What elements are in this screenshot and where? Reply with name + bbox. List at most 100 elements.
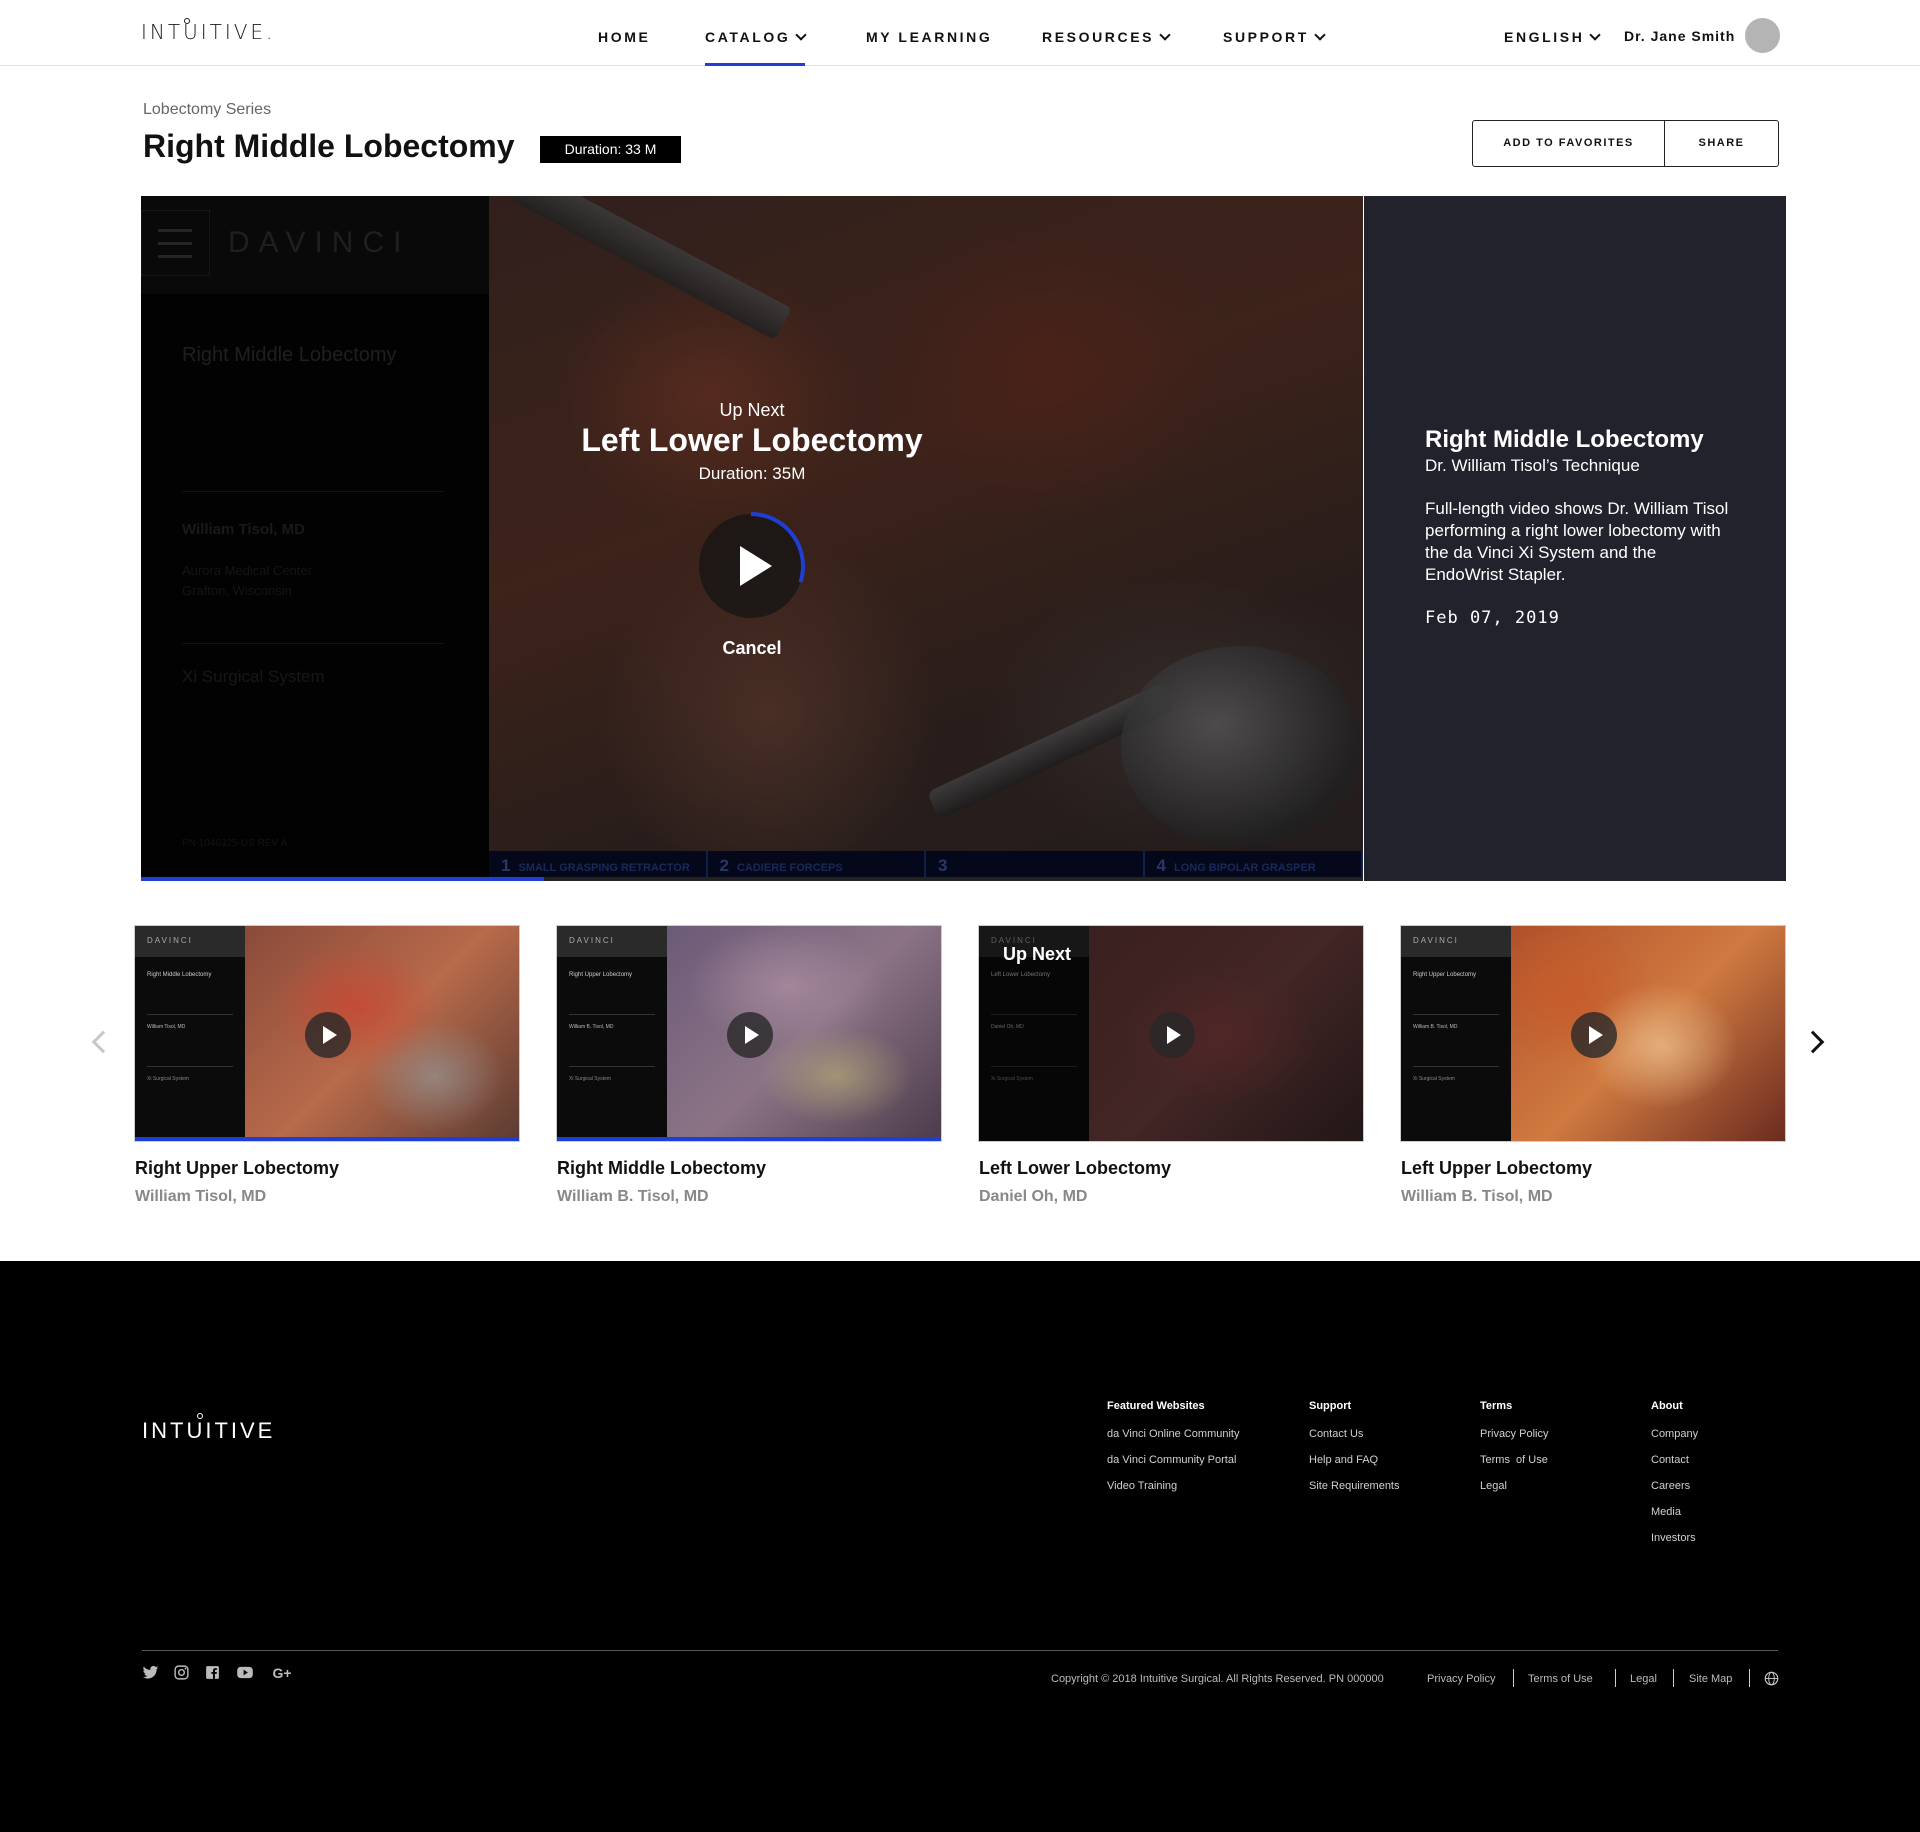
footer-column-featured: Featured Websites da Vinci Online Commun…: [1107, 1400, 1239, 1506]
footer-link[interactable]: Legal: [1480, 1480, 1548, 1492]
facebook-icon[interactable]: [204, 1664, 221, 1681]
divider: [147, 1014, 233, 1015]
footer-logo-text: INTUITIVE: [142, 1418, 276, 1443]
watched-progress-bar: [557, 1137, 941, 1141]
footer-sitemap-link[interactable]: Site Map: [1689, 1673, 1732, 1685]
link-separator: [1513, 1669, 1514, 1687]
thumbnail-image: [245, 926, 519, 1141]
video-card-title[interactable]: Left Lower Lobectomy: [979, 1158, 1171, 1179]
thumbnail-system: Xi Surgical System: [569, 1076, 611, 1082]
play-icon[interactable]: [727, 1012, 773, 1058]
divider: [569, 1066, 655, 1067]
video-card[interactable]: DAVINCI Right Middle Lobectomy William Tis…: [134, 925, 520, 1215]
twitter-icon[interactable]: [142, 1664, 159, 1681]
video-thumbnail[interactable]: DAVINCI Right Upper Lobectomy William B. T…: [556, 925, 942, 1142]
footer-link[interactable]: Video Training: [1107, 1480, 1239, 1492]
play-icon[interactable]: [1571, 1012, 1617, 1058]
thumbnail-title-card: DAVINCI Right Upper Lobectomy William B. T…: [557, 926, 667, 1141]
video-thumbnail[interactable]: DAVINCI Right Middle Lobectomy William Tis…: [134, 925, 520, 1142]
nav-my-learning[interactable]: MY LEARNING: [866, 29, 992, 45]
footer-link[interactable]: Investors: [1651, 1532, 1698, 1544]
youtube-icon[interactable]: [235, 1664, 255, 1681]
thumbnail-title: Right Upper Lobectomy: [569, 972, 633, 978]
thumbnail-system: Xi Surgical System: [147, 1076, 189, 1082]
logo-dot: [197, 1413, 203, 1419]
footer-link[interactable]: Contact: [1651, 1454, 1698, 1466]
footer-privacy-link[interactable]: Privacy Policy: [1427, 1673, 1495, 1685]
footer-link[interactable]: Contact Us: [1309, 1428, 1400, 1440]
nav-my-learning-label: MY LEARNING: [866, 29, 993, 45]
footer-logo[interactable]: INTUITIVE: [142, 1413, 276, 1444]
nav-support[interactable]: SUPPORT: [1223, 29, 1326, 45]
action-buttons: ADD TO FAVORITES SHARE: [1472, 120, 1779, 167]
footer-link[interactable]: da Vinci Online Community: [1107, 1428, 1239, 1440]
carousel-next-arrow[interactable]: [1801, 1030, 1825, 1054]
footer-column-about: About Company Contact Careers Media Inve…: [1651, 1400, 1698, 1558]
thumbnail-image: [667, 926, 941, 1141]
language-selector[interactable]: ENGLISH: [1504, 29, 1602, 45]
video-player[interactable]: DAVINCI Right Middle Lobectomy William T…: [141, 196, 1363, 881]
avatar[interactable]: [1745, 18, 1780, 53]
play-next-button[interactable]: [696, 511, 806, 621]
video-info-panel: Right Middle Lobectomy Dr. William Tisol…: [1364, 196, 1786, 881]
carousel-prev-arrow[interactable]: [91, 1030, 115, 1054]
nav-resources[interactable]: RESOURCES: [1042, 29, 1171, 45]
google-plus-icon[interactable]: G+: [269, 1664, 295, 1681]
intuitive-logo[interactable]: INTUITIVE.: [141, 18, 276, 50]
footer-legal-link[interactable]: Legal: [1630, 1673, 1657, 1685]
thumbnail-brand: DAVINCI: [147, 936, 193, 945]
series-label[interactable]: Lobectomy Series: [143, 101, 271, 119]
footer-link[interactable]: Media: [1651, 1506, 1698, 1518]
active-nav-indicator: [705, 63, 805, 66]
nav-home-label: HOME: [598, 29, 651, 45]
add-to-favorites-button[interactable]: ADD TO FAVORITES: [1473, 121, 1665, 166]
footer-link[interactable]: Company: [1651, 1428, 1698, 1440]
cancel-button[interactable]: Cancel: [722, 638, 781, 658]
video-card-author: William B. Tisol, MD: [1401, 1188, 1553, 1205]
video-thumbnail[interactable]: DAVINCI Right Upper Lobectomy William B. T…: [1400, 925, 1786, 1142]
social-links: G+: [142, 1664, 295, 1681]
video-card[interactable]: DAVINCI Right Upper Lobectomy William B. T…: [556, 925, 942, 1215]
thumbnail-doctor: William Tisol, MD: [147, 1024, 186, 1030]
video-card[interactable]: DAVINCI Right Upper Lobectomy William B. T…: [1400, 925, 1786, 1215]
video-card-title[interactable]: Right Middle Lobectomy: [557, 1158, 766, 1179]
footer-heading: About: [1651, 1400, 1683, 1412]
globe-icon[interactable]: [1764, 1671, 1779, 1686]
footer-link[interactable]: Careers: [1651, 1480, 1698, 1492]
video-card-author: William Tisol, MD: [135, 1188, 267, 1205]
up-next-label: Up Next: [719, 400, 785, 420]
language-label: ENGLISH: [1504, 29, 1585, 45]
thumbnail-title-card: DAVINCI Right Middle Lobectomy William Tis…: [135, 926, 245, 1141]
divider: [569, 1014, 655, 1015]
nav-support-label: SUPPORT: [1223, 29, 1309, 45]
video-thumbnail[interactable]: DAVINCI Left Lower Lobectomy Daniel Oh, MD…: [978, 925, 1364, 1142]
chevron-down-icon: [1159, 29, 1171, 41]
share-button[interactable]: SHARE: [1665, 121, 1778, 166]
video-card-title[interactable]: Right Upper Lobectomy: [135, 1158, 339, 1179]
footer-link[interactable]: da Vinci Community Portal: [1107, 1454, 1239, 1466]
cancel-autoplay-link: Cancel: [141, 638, 1363, 659]
thumbnail-doctor: William B. Tisol, MD: [1413, 1024, 1458, 1030]
nav-catalog[interactable]: CATALOG: [705, 29, 808, 45]
footer-link[interactable]: Privacy Policy: [1480, 1428, 1548, 1440]
video-card[interactable]: DAVINCI Left Lower Lobectomy Daniel Oh, MD…: [978, 925, 1364, 1215]
logo-text: INTUITIVE.: [141, 20, 276, 44]
footer-link[interactable]: Site Requirements: [1309, 1480, 1400, 1492]
footer-heading: Support: [1309, 1400, 1352, 1412]
footer-link[interactable]: Terms of Use: [1480, 1454, 1548, 1466]
user-name[interactable]: Dr. Jane Smith: [1624, 28, 1735, 44]
footer-heading: Featured Websites: [1107, 1400, 1205, 1412]
info-title: Right Middle Lobectomy: [1425, 426, 1704, 453]
footer-terms-link[interactable]: Terms of Use: [1528, 1673, 1593, 1685]
video-card-title[interactable]: Left Upper Lobectomy: [1401, 1158, 1592, 1179]
play-icon[interactable]: [305, 1012, 351, 1058]
video-card-author: William B. Tisol, MD: [557, 1188, 709, 1205]
chevron-down-icon: [795, 29, 808, 41]
play-icon[interactable]: [1149, 1012, 1195, 1058]
nav-home[interactable]: HOME: [598, 29, 650, 45]
up-next-badge: Up Next: [1003, 944, 1072, 964]
footer-link[interactable]: Help and FAQ: [1309, 1454, 1400, 1466]
video-progress-bar[interactable]: [141, 877, 1363, 881]
footer-column-support: Support Contact Us Help and FAQ Site Req…: [1309, 1400, 1400, 1506]
instagram-icon[interactable]: [173, 1664, 190, 1681]
